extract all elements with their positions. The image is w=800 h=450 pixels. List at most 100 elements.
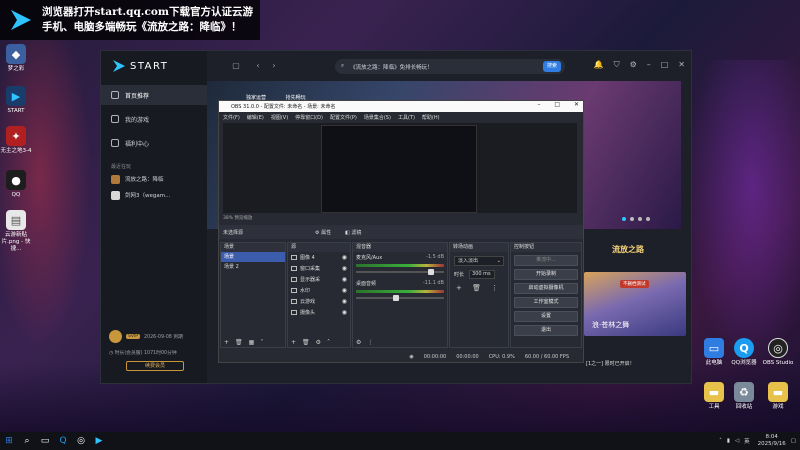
- maximize-icon[interactable]: □: [554, 101, 560, 108]
- exit-button[interactable]: 退出: [514, 325, 578, 336]
- eye-icon[interactable]: ◉: [342, 254, 347, 261]
- volume-slider[interactable]: [356, 295, 444, 301]
- scene-item[interactable]: 场景 2: [221, 262, 285, 272]
- desktop-icon-tools[interactable]: ▬ 工具: [698, 382, 730, 411]
- menu-tools[interactable]: 工具(T): [398, 114, 415, 121]
- menu-help[interactable]: 帮助(H): [422, 114, 440, 121]
- source-item[interactable]: 显示器采 ◉: [288, 274, 350, 285]
- add-icon[interactable]: +: [224, 339, 229, 346]
- maximize-icon[interactable]: □: [661, 60, 669, 70]
- eye-icon[interactable]: ◉: [342, 265, 347, 272]
- browser-icon[interactable]: Q: [54, 432, 72, 450]
- start-recording-button[interactable]: 开始录制: [514, 269, 578, 280]
- desktop-icon-games[interactable]: ▬ 游戏: [762, 382, 794, 411]
- filter-icon[interactable]: ▦: [249, 339, 255, 346]
- search-button[interactable]: 搜索: [543, 61, 561, 72]
- transition-select[interactable]: 淡入淡出 ⌄: [454, 256, 504, 266]
- task-view-icon[interactable]: ▭: [36, 432, 54, 450]
- source-item[interactable]: 水印 ◉: [288, 285, 350, 296]
- desktop-icon-mengzhicai[interactable]: ◆ 梦之彩: [0, 44, 32, 73]
- carousel-dot[interactable]: [622, 217, 626, 221]
- trash-icon[interactable]: 🗑: [472, 284, 481, 292]
- add-icon[interactable]: +: [291, 339, 296, 346]
- filters-button[interactable]: ◧ 滤镜: [345, 229, 361, 236]
- preview-zoom[interactable]: 38% 预览缩放: [223, 215, 252, 221]
- streaming-button[interactable]: 推流中...: [514, 255, 578, 266]
- obs-preview-canvas[interactable]: [321, 125, 477, 213]
- nav-item-home[interactable]: 首页推荐: [101, 85, 207, 105]
- menu-docks[interactable]: 停靠窗口(D): [295, 114, 323, 121]
- menu-scene-collection[interactable]: 场景集合(S): [364, 114, 391, 121]
- forward-icon[interactable]: ›: [269, 61, 279, 71]
- gear-icon[interactable]: ⚙: [316, 339, 321, 346]
- shield-icon[interactable]: ⛉: [614, 60, 620, 70]
- eye-icon[interactable]: ◉: [342, 276, 347, 283]
- close-icon[interactable]: ✕: [574, 101, 579, 108]
- volume-icon[interactable]: ◁: [735, 438, 739, 444]
- avatar[interactable]: [109, 330, 122, 343]
- renew-vip-button[interactable]: 续费会员: [126, 361, 184, 371]
- menu-profile[interactable]: 配置文件(P): [330, 114, 357, 121]
- carousel-dot[interactable]: [638, 217, 642, 221]
- back-icon[interactable]: ‹: [253, 61, 263, 71]
- eye-icon[interactable]: ◉: [342, 287, 347, 294]
- menu-file[interactable]: 文件(F): [223, 114, 240, 121]
- source-item[interactable]: 图像 4 ◉: [288, 252, 350, 263]
- desktop-icon-start[interactable]: ▶ START: [0, 86, 32, 115]
- carousel-dot[interactable]: [646, 217, 650, 221]
- minimize-icon[interactable]: –: [537, 101, 540, 108]
- start-icon[interactable]: ▶: [90, 432, 108, 450]
- menu-edit[interactable]: 编辑(E): [247, 114, 264, 121]
- input-language[interactable]: 英: [744, 437, 750, 445]
- duration-input[interactable]: 300 ms: [469, 270, 496, 279]
- recent-game-poe[interactable]: 流放之路：降临: [101, 172, 207, 186]
- virtual-camera-button[interactable]: 启动虚拟摄像机: [514, 283, 578, 294]
- trash-icon[interactable]: 🗑: [302, 339, 310, 346]
- close-icon[interactable]: ✕: [678, 60, 685, 70]
- volume-slider[interactable]: [356, 269, 444, 275]
- nav-item-welfare[interactable]: 福利中心: [101, 133, 207, 153]
- source-item[interactable]: 摄像头 ◉: [288, 307, 350, 318]
- desktop-icon-obs[interactable]: ◎ OBS Studio: [762, 338, 794, 367]
- gear-icon[interactable]: ⚙: [630, 60, 637, 70]
- desktop-icon-qq[interactable]: ● QQ: [0, 170, 32, 199]
- desktop-icon-borderlands[interactable]: ✦ 无主之地3-4: [0, 126, 32, 155]
- obs-icon[interactable]: ◎: [72, 432, 90, 450]
- recent-game-jx3[interactable]: 剑网3（wegam...: [101, 188, 207, 202]
- bell-icon[interactable]: 🔔: [594, 60, 604, 70]
- notification-icon[interactable]: ▢: [791, 438, 796, 444]
- search-bar[interactable]: ⌕ 《流放之路：降临》免排长畅玩！ 搜索: [335, 59, 565, 74]
- desktop-icon-recycle-bin[interactable]: ♻ 回收站: [728, 382, 760, 411]
- search-icon[interactable]: ⌕: [18, 432, 36, 450]
- studio-mode-button[interactable]: 工作室模式: [514, 297, 578, 308]
- settings-button[interactable]: 设置: [514, 311, 578, 322]
- menu-view[interactable]: 视图(V): [271, 114, 288, 121]
- eye-icon[interactable]: ◉: [342, 298, 347, 305]
- up-icon[interactable]: ˄: [327, 339, 330, 346]
- game-promo-card[interactable]: 流放之路 不删档测试 浪·苍林之舞: [584, 244, 686, 336]
- scene-item[interactable]: 场景: [221, 252, 285, 262]
- more-icon[interactable]: ⋮: [367, 339, 373, 346]
- nav-item-my-games[interactable]: 我的游戏: [101, 109, 207, 129]
- network-icon[interactable]: ▮: [727, 438, 730, 444]
- obs-preview[interactable]: [223, 123, 577, 213]
- desktop-icon-cloud-file[interactable]: ▤ 云游新贴片.png - 快捷...: [0, 210, 32, 253]
- eye-icon[interactable]: ◉: [342, 309, 347, 316]
- more-icon[interactable]: ⋮: [491, 284, 498, 292]
- sidebar-toggle-icon[interactable]: ▢: [231, 61, 241, 71]
- clock[interactable]: 8:04 2025/9/16: [758, 434, 786, 448]
- properties-button[interactable]: ⚙ 属性: [315, 229, 331, 236]
- desktop-icon-this-pc[interactable]: ▭ 此电脑: [698, 338, 730, 367]
- source-item[interactable]: 云游戏 ◉: [288, 296, 350, 307]
- trash-icon[interactable]: 🗑: [235, 339, 243, 346]
- up-icon[interactable]: ˄: [260, 339, 263, 346]
- slider-knob[interactable]: [392, 295, 399, 301]
- add-icon[interactable]: +: [456, 284, 462, 292]
- windows-start-icon[interactable]: ⊞: [0, 432, 18, 450]
- mixer-settings-icon[interactable]: ⚙: [356, 339, 361, 346]
- carousel-dot[interactable]: [630, 217, 634, 221]
- desktop-icon-qq-browser[interactable]: Q QQ浏览器: [728, 338, 760, 367]
- chevron-up-icon[interactable]: ˄: [719, 438, 722, 444]
- source-item[interactable]: 窗口采集 ◉: [288, 263, 350, 274]
- minimize-icon[interactable]: –: [647, 60, 651, 70]
